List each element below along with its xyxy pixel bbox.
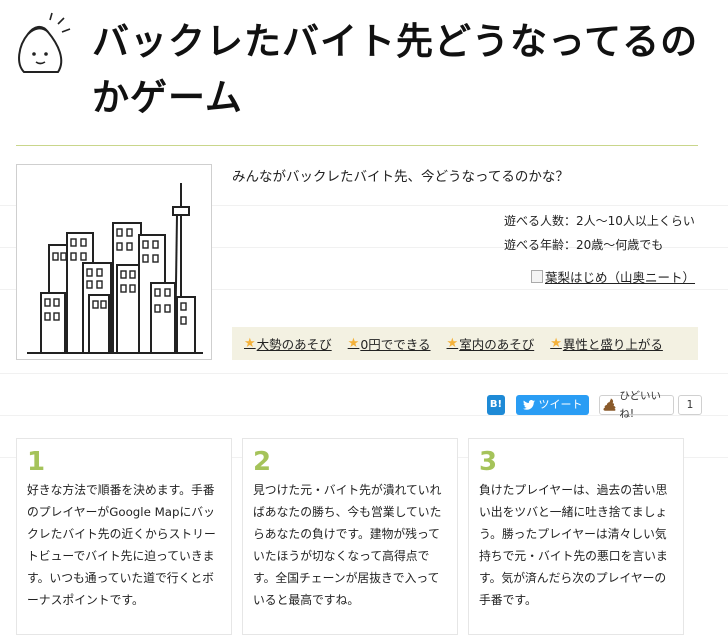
step-text: 好きな方法で順番を決めます。手番のプレイヤーがGoogle Mapにバックレたバ… — [27, 483, 216, 607]
tag-label: 大勢のあそび — [256, 337, 332, 352]
author-avatar — [531, 270, 543, 283]
game-description: みんながバックレたバイト先、今どうなってるのかな？ — [232, 169, 569, 185]
title-divider — [16, 145, 698, 146]
hatena-bookmark-icon: B! — [489, 399, 503, 410]
tag-label: 室内のあそび — [459, 337, 535, 352]
page-title: バックレたバイト先どうなってるのかゲーム — [92, 20, 699, 119]
hidoi-iine-button[interactable]: ひどいいね! — [599, 390, 674, 420]
author-name: 葉梨はじめ（山奥ニート） — [545, 270, 696, 285]
star-icon: ★ — [244, 336, 256, 351]
tag-link[interactable]: ★ 0円でできる — [348, 334, 431, 353]
player-count: 遊べる人数：2人〜10人以上くらい — [504, 214, 695, 228]
step-number: 1 — [27, 447, 46, 477]
hidoi-count: 1 — [678, 395, 702, 415]
tag-label: 異性と盛り上がる — [562, 337, 663, 352]
age-range: 遊べる年齢：20歳〜何歳でも — [504, 238, 664, 252]
step-number: 2 — [253, 447, 272, 477]
star-icon: ★ — [347, 336, 360, 351]
background-line — [0, 373, 728, 374]
poop-icon — [603, 398, 616, 411]
tweet-button[interactable]: ツイート — [516, 395, 589, 415]
star-icon: ★ — [446, 336, 459, 351]
site-logo[interactable] — [14, 12, 74, 76]
tag-bar: ★ 大勢のあそび ★ 0円でできる ★ 室内のあそび ★ 異性と盛り上がる — [232, 327, 698, 360]
game-thumbnail — [16, 164, 212, 360]
tweet-label: ツイート — [538, 398, 583, 411]
tag-link[interactable]: ★ 大勢のあそび — [244, 334, 332, 353]
city-buildings-illustration — [27, 183, 203, 354]
tag-link[interactable]: ★ 室内のあそび — [447, 334, 535, 353]
tag-link[interactable]: ★ 異性と盛り上がる — [550, 334, 663, 353]
twitter-bird-icon — [522, 400, 535, 410]
step-card: 2 見つけた元・バイト先が潰れていればあなたの勝ち、今も営業していたらあなたの負… — [242, 438, 458, 635]
step-card: 1 好きな方法で順番を決めます。手番のプレイヤーがGoogle Mapにバックレ… — [16, 438, 232, 635]
hidoi-label: ひどいいね! — [619, 390, 662, 420]
step-card: 3 負けたプレイヤーは、過去の苦い思い出をツバと一緒に吐き捨てましょう。勝ったプ… — [468, 438, 684, 635]
step-text: 負けたプレイヤーは、過去の苦い思い出をツバと一緒に吐き捨てましょう。勝ったプレイ… — [479, 483, 668, 607]
star-icon: ★ — [550, 336, 562, 351]
author-link[interactable]: 葉梨はじめ（山奥ニート） — [531, 267, 695, 286]
tag-label: 0円でできる — [360, 337, 431, 352]
step-text: 見つけた元・バイト先が潰れていればあなたの勝ち、今も営業していたらあなたの負けで… — [253, 483, 442, 607]
hatena-bookmark-button[interactable]: B! — [487, 395, 505, 415]
step-number: 3 — [479, 447, 498, 477]
